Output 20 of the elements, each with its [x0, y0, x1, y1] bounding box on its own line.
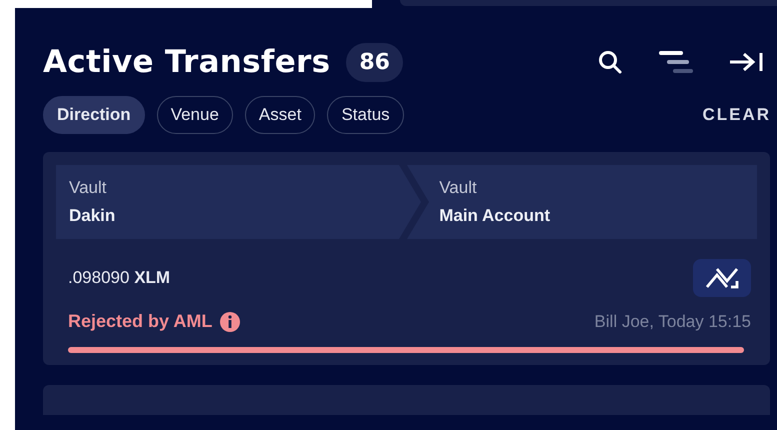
- source-type: Vault: [69, 178, 108, 198]
- destination-type: Vault: [439, 178, 478, 198]
- filter-chip[interactable]: Venue: [156, 96, 233, 134]
- filter-chip[interactable]: Status: [327, 96, 404, 134]
- source-name: Dakin: [69, 206, 116, 226]
- destination-name: Main Account: [439, 206, 552, 226]
- count-badge: 86: [346, 42, 403, 82]
- filter-chip[interactable]: Direction: [43, 96, 145, 134]
- sort-icon[interactable]: [659, 50, 693, 74]
- collapse-icon[interactable]: [729, 51, 763, 73]
- filter-chip[interactable]: Asset: [244, 96, 316, 134]
- zigzag-arrow-icon: [705, 267, 739, 289]
- swap-button[interactable]: [693, 259, 751, 297]
- search-icon[interactable]: [597, 49, 623, 75]
- page-title: Active Transfers: [43, 44, 330, 80]
- info-icon[interactable]: [220, 312, 240, 332]
- transfer-meta: Bill Joe, Today 15:15: [594, 312, 751, 332]
- transfer-amount: .098090 XLM: [68, 268, 170, 288]
- clear-button[interactable]: CLEAR: [702, 105, 771, 125]
- status-label: Rejected by AML: [68, 311, 212, 332]
